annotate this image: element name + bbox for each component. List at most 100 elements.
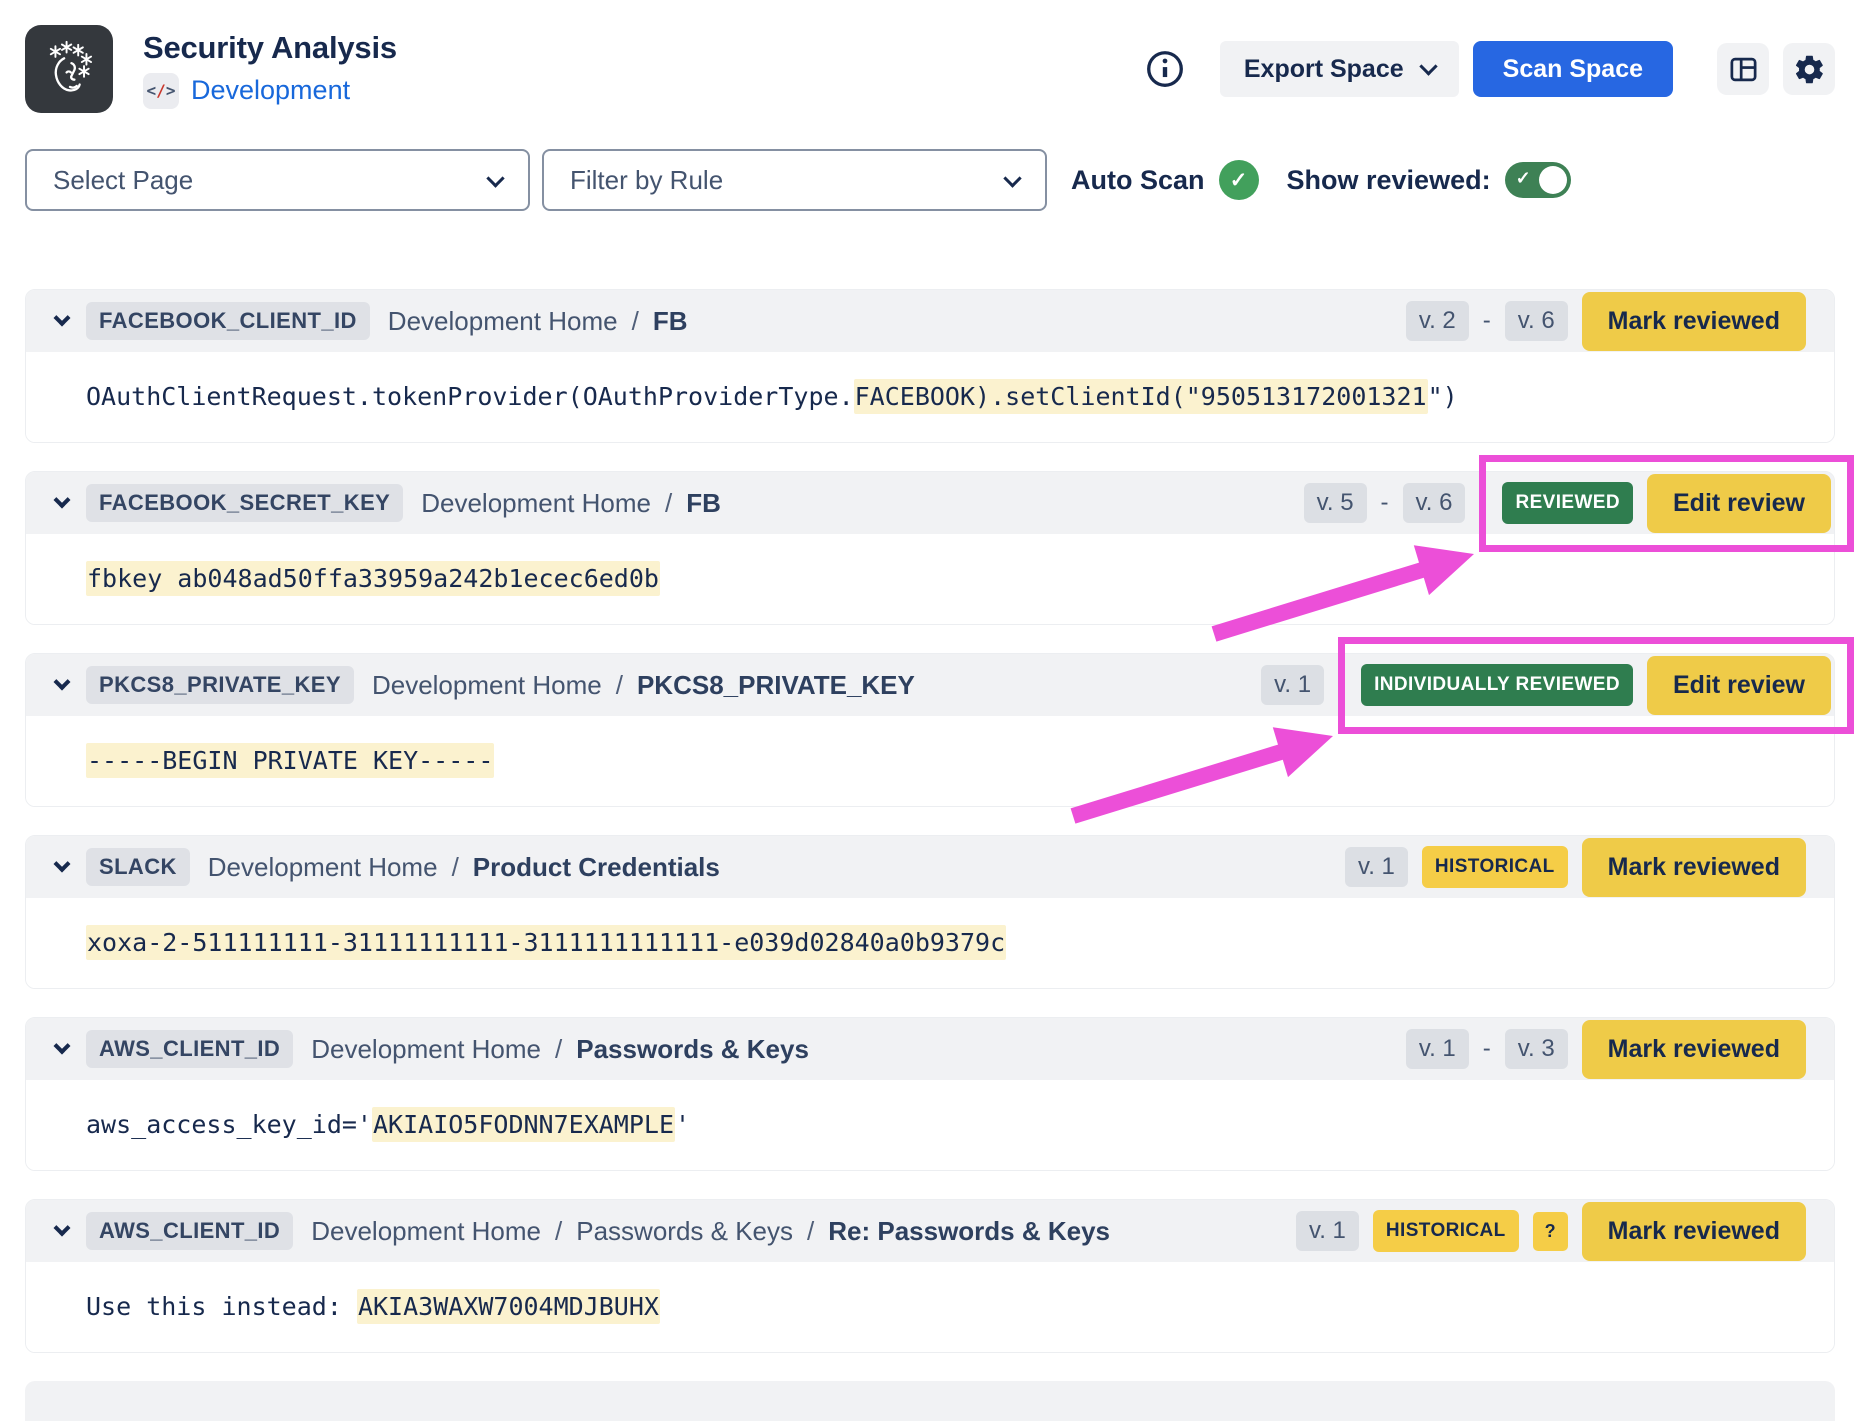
code-segment-highlighted: xoxa-2-511111111-31111111111-31111111111… — [86, 925, 1006, 960]
collapse-chevron-icon[interactable] — [54, 856, 71, 873]
question-badge[interactable]: ? — [1533, 1212, 1568, 1251]
finding-actions: v. 1 HISTORICAL ? Mark reviewed — [1296, 1202, 1806, 1261]
breadcrumb-item[interactable]: Development Home — [208, 852, 438, 883]
collapse-chevron-icon[interactable] — [54, 310, 71, 327]
breadcrumb-separator: / — [555, 1216, 562, 1247]
space-code-icon: </> — [143, 73, 179, 109]
code-segment: ' — [675, 1110, 690, 1139]
code-segment-highlighted: AKIAIO5FODNN7EXAMPLE — [372, 1107, 675, 1142]
breadcrumb-separator: / — [807, 1216, 814, 1247]
collapse-chevron-icon[interactable] — [54, 1038, 71, 1055]
breadcrumb-item[interactable]: Passwords & Keys — [576, 1216, 793, 1247]
breadcrumb-item[interactable]: Development Home — [372, 670, 602, 701]
annotation-highlight-box: REVIEWED Edit review — [1479, 455, 1854, 552]
historical-badge: HISTORICAL — [1373, 1210, 1519, 1252]
title-block: Security Analysis </> Development — [143, 30, 397, 109]
collapse-chevron-icon[interactable] — [54, 674, 71, 691]
select-page-dropdown[interactable]: Select Page — [25, 149, 530, 211]
finding-body: aws_access_key_id='AKIAIO5FODNN7EXAMPLE' — [26, 1080, 1834, 1170]
finding-card-aws-client-id-historical: AWS_CLIENT_ID Development Home / Passwor… — [25, 1199, 1835, 1353]
finding-header: FACEBOOK_SECRET_KEY Development Home / F… — [26, 472, 1834, 534]
code-segment: Use this instead: — [86, 1292, 357, 1321]
face-logo-icon — [38, 38, 100, 100]
toggle-knob — [1539, 166, 1567, 194]
breadcrumb-item[interactable]: Development Home — [311, 1034, 541, 1065]
annotation-highlight-box: INDIVIDUALLY REVIEWED Edit review — [1338, 637, 1854, 734]
finding-header: AWS_CLIENT_ID Development Home / Passwor… — [26, 1018, 1834, 1080]
version-pill: v. 1 — [1296, 1211, 1359, 1251]
finding-header: FACEBOOK_CLIENT_ID Development Home / FB… — [26, 290, 1834, 352]
breadcrumb-item[interactable]: FB — [686, 488, 721, 519]
breadcrumb-item[interactable]: Development Home — [421, 488, 651, 519]
finding-card-pkcs8-private-key: PKCS8_PRIVATE_KEY Development Home / PKC… — [25, 653, 1835, 807]
version-pill: v. 6 — [1403, 483, 1466, 523]
breadcrumb-separator: / — [616, 670, 623, 701]
rule-badge: PKCS8_PRIVATE_KEY — [86, 666, 354, 704]
layout-panel-button[interactable] — [1717, 43, 1769, 95]
reviewed-badge: REVIEWED — [1502, 482, 1633, 524]
edit-review-button[interactable]: Edit review — [1647, 474, 1831, 533]
breadcrumb-item[interactable]: Development Home — [311, 1216, 541, 1247]
breadcrumb-separator: / — [555, 1034, 562, 1065]
auto-scan-check-icon: ✓ — [1219, 160, 1259, 200]
info-button[interactable] — [1144, 48, 1186, 90]
breadcrumb: Development Home / Passwords & Keys / Re… — [311, 1216, 1110, 1247]
breadcrumb-item[interactable]: FB — [653, 306, 688, 337]
finding-code: fbkey ab048ad50ffa33959a242b1ecec6ed0b — [86, 564, 1804, 594]
breadcrumb-item[interactable]: Development Home — [388, 306, 618, 337]
finding-header: SLACK Development Home / Product Credent… — [26, 836, 1834, 898]
mark-reviewed-button[interactable]: Mark reviewed — [1582, 1020, 1806, 1079]
finding-code: aws_access_key_id='AKIAIO5FODNN7EXAMPLE' — [86, 1110, 1804, 1140]
version-range-separator: - — [1483, 307, 1491, 335]
scan-space-button[interactable]: Scan Space — [1473, 41, 1673, 97]
space-line: </> Development — [143, 73, 397, 109]
filter-row: Select Page Filter by Rule Auto Scan ✓ S… — [25, 149, 1835, 211]
mark-reviewed-button[interactable]: Mark reviewed — [1582, 292, 1806, 351]
finding-actions: v. 2 - v. 6 Mark reviewed — [1406, 292, 1806, 351]
rule-badge: FACEBOOK_CLIENT_ID — [86, 302, 370, 340]
chevron-down-icon — [1419, 57, 1437, 75]
mark-reviewed-button[interactable]: Mark reviewed — [1582, 1202, 1806, 1261]
code-segment: aws_access_key_id=' — [86, 1110, 372, 1139]
export-space-button[interactable]: Export Space — [1220, 41, 1459, 97]
rule-badge: AWS_CLIENT_ID — [86, 1212, 293, 1250]
finding-header: PKCS8_PRIVATE_KEY Development Home / PKC… — [26, 654, 1834, 716]
finding-code: xoxa-2-511111111-31111111111-31111111111… — [86, 928, 1804, 958]
breadcrumb-separator: / — [632, 306, 639, 337]
finding-code: Use this instead: AKIA3WAXW7004MDJBUHX — [86, 1292, 1804, 1322]
breadcrumb-item[interactable]: PKCS8_PRIVATE_KEY — [637, 670, 915, 701]
show-reviewed-toggle[interactable]: ✓ — [1505, 162, 1571, 198]
finding-actions: v. 1 INDIVIDUALLY REVIEWED Edit review — [1261, 657, 1806, 714]
breadcrumb-item[interactable]: Passwords & Keys — [576, 1034, 809, 1065]
filter-by-rule-dropdown[interactable]: Filter by Rule — [542, 149, 1047, 211]
breadcrumb: Development Home / Passwords & Keys — [311, 1034, 809, 1065]
code-segment-highlighted: AKIA3WAXW7004MDJBUHX — [357, 1289, 660, 1324]
finding-body: OAuthClientRequest.tokenProvider(OAuthPr… — [26, 352, 1834, 442]
version-range-separator: - — [1381, 489, 1389, 517]
finding-card-aws-client-id: AWS_CLIENT_ID Development Home / Passwor… — [25, 1017, 1835, 1171]
collapse-chevron-icon[interactable] — [54, 492, 71, 509]
settings-button[interactable] — [1783, 43, 1835, 95]
space-link[interactable]: Development — [191, 75, 350, 106]
individually-reviewed-badge: INDIVIDUALLY REVIEWED — [1361, 664, 1633, 706]
version-pill: v. 1 — [1406, 1029, 1469, 1069]
edit-review-button[interactable]: Edit review — [1647, 656, 1831, 715]
breadcrumb-item[interactable]: Re: Passwords & Keys — [828, 1216, 1110, 1247]
finding-actions: v. 1 - v. 3 Mark reviewed — [1406, 1020, 1806, 1079]
auto-scan-label: Auto Scan — [1071, 165, 1205, 196]
rule-badge: SLACK — [86, 848, 190, 886]
collapse-chevron-icon[interactable] — [54, 1220, 71, 1237]
finding-header: AWS_CLIENT_ID Development Home / Passwor… — [26, 1200, 1834, 1262]
version-range-separator: - — [1483, 1035, 1491, 1063]
breadcrumb-item[interactable]: Product Credentials — [473, 852, 720, 883]
rule-badge: FACEBOOK_SECRET_KEY — [86, 484, 403, 522]
finding-code: -----BEGIN PRIVATE KEY----- — [86, 746, 1804, 776]
version-pill: v. 6 — [1505, 301, 1568, 341]
next-finding-peek — [25, 1381, 1835, 1421]
mark-reviewed-button[interactable]: Mark reviewed — [1582, 838, 1806, 897]
chevron-down-icon — [1003, 169, 1021, 187]
select-page-placeholder: Select Page — [53, 165, 193, 196]
info-icon — [1144, 48, 1186, 90]
filter-by-rule-placeholder: Filter by Rule — [570, 165, 723, 196]
layout-icon — [1728, 54, 1759, 85]
